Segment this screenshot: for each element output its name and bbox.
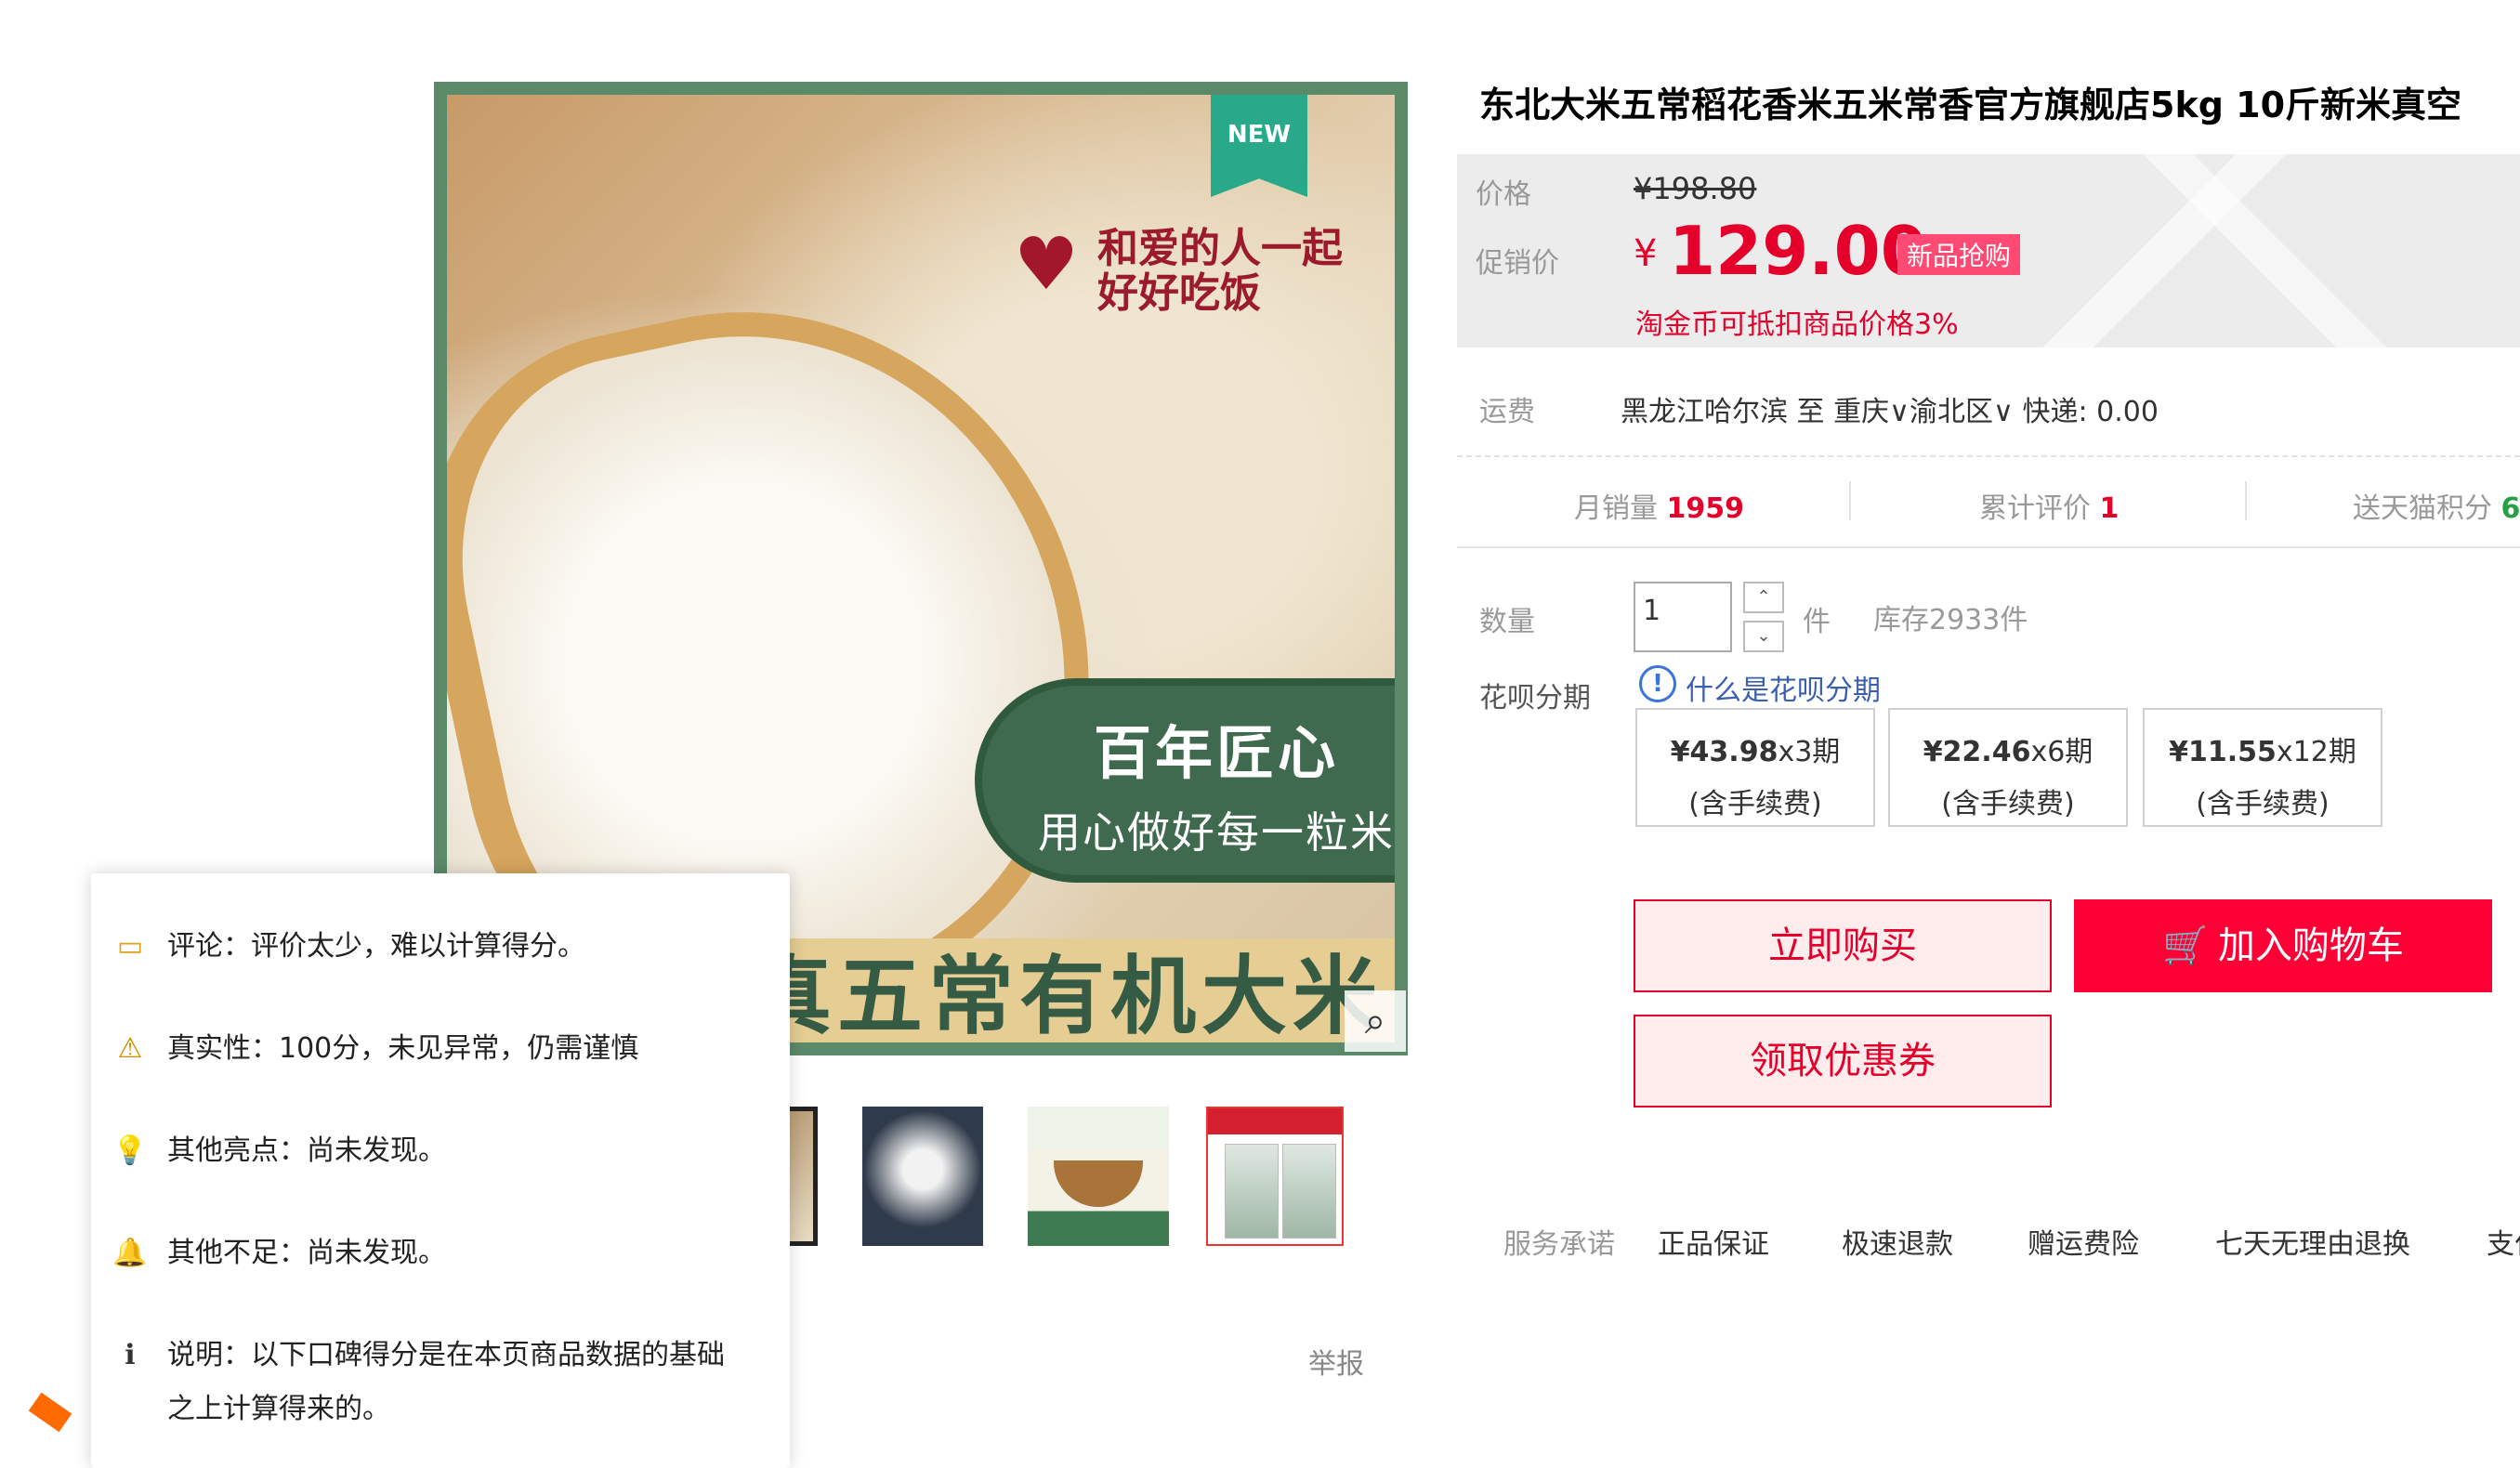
product-title: 东北大米五常稻花香米五米常香官方旗舰店5kg 10斤新米真空 — [1479, 85, 2462, 125]
popup-row-text: 说明：以下口碑得分是在本页商品数据的基础之上计算得来的。 — [167, 1339, 725, 1425]
new-badge: NEW — [1211, 95, 1307, 197]
reputation-popup: ▭ 评论：评价太少，难以计算得分。 ⚠ 真实性：100分，未见异常，仍需谨慎 💡 其他… — [91, 873, 790, 1468]
popup-row-text: 其他不足：尚未发现。 — [167, 1237, 446, 1269]
stat-label: 累计评价 — [1979, 492, 2091, 525]
installment-fee: (含手续费) — [1688, 788, 1822, 820]
increment-button[interactable]: ⌃ — [1743, 582, 1784, 613]
installment-option-6[interactable]: ¥22.46x6期 (含手续费) — [1888, 708, 2128, 827]
stat-separator — [1849, 481, 1851, 520]
installment-periods: x6期 — [2030, 736, 2093, 768]
buy-now-button[interactable]: 立即购买 — [1634, 899, 2052, 992]
thumbnail-3[interactable] — [1028, 1107, 1169, 1246]
popup-row-text: 评论：评价太少，难以计算得分。 — [167, 930, 585, 963]
installment-option-3[interactable]: ¥43.98x3期 (含手续费) — [1635, 708, 1875, 827]
promo-price: 129.00 — [1669, 212, 1927, 290]
popup-row: 🔔 其他不足：尚未发现。 — [112, 1226, 762, 1280]
original-price: ¥198.80 — [1634, 171, 1757, 206]
add-to-cart-label: 加入购物车 — [2217, 924, 2404, 967]
shipping-label: 运费 — [1479, 396, 1535, 428]
promo-badge: 新品抢购 — [1897, 234, 2021, 275]
decrement-button[interactable]: ⌄ — [1743, 621, 1784, 652]
popup-row: ▭ 评论：评价太少，难以计算得分。 — [112, 920, 762, 974]
image-slogan: 和爱的人一起好好吃饭 — [1097, 225, 1343, 317]
service-item[interactable]: 极速退款 — [1842, 1221, 1953, 1262]
total-reviews[interactable]: 累计评价 1 — [1979, 485, 2119, 526]
huabei-label: 花呗分期 — [1479, 682, 1591, 714]
shipping-destination[interactable]: 黑龙江哈尔滨 至 重庆∨渝北区∨ 快递: 0.00 — [1621, 388, 2159, 429]
quantity-label: 数量 — [1479, 606, 1535, 638]
stat-label: 送天猫积分 — [2353, 492, 2492, 525]
stat-value: 64 — [2500, 492, 2520, 525]
divider — [1457, 546, 2520, 548]
price-label: 价格 — [1476, 178, 1531, 211]
pill-title: 百年匠心 — [1093, 719, 1339, 787]
divider — [1457, 455, 2520, 457]
stock-count: 库存2933件 — [1873, 604, 2028, 636]
quantity-input[interactable]: 1 — [1634, 582, 1732, 652]
thumbnail-2[interactable] — [862, 1107, 983, 1246]
huabei-help-link[interactable]: 什么是花呗分期 — [1686, 667, 1881, 708]
zoom-icon[interactable]: ⌕ — [1345, 990, 1406, 1052]
promo-price-label: 促销价 — [1476, 247, 1559, 280]
bell-icon: 🔔 — [112, 1237, 148, 1269]
thumbnail-4[interactable] — [1206, 1107, 1344, 1246]
service-item[interactable]: 正品保证 — [1658, 1221, 1769, 1262]
pill-subtitle: 用心做好每一粒米 — [1038, 807, 1395, 858]
popup-row: ⚠ 真实性：100分，未见异常，仍需谨慎 — [112, 1022, 762, 1076]
heart-icon: ♥ — [1014, 223, 1079, 307]
coin-deduction-note: 淘金币可抵扣商品价格3% — [1635, 308, 1959, 341]
tmall-points: 送天猫积分 64 — [2353, 485, 2520, 526]
service-item[interactable]: 赠运费险 — [2028, 1221, 2139, 1262]
add-to-cart-button[interactable]: 🛒 加入购物车 — [2074, 899, 2492, 992]
stat-separator — [2245, 481, 2247, 520]
installment-amount: ¥43.98 — [1670, 736, 1778, 768]
service-item[interactable]: 七天无理由退换 — [2215, 1221, 2410, 1262]
service-item[interactable]: 支付 — [2487, 1221, 2520, 1262]
popup-row: ℹ 说明：以下口碑得分是在本页商品数据的基础之上计算得来的。 — [112, 1329, 762, 1436]
monthly-sales: 月销量 1959 — [1574, 485, 1744, 526]
report-link[interactable]: 举报 — [1308, 1341, 1364, 1382]
installment-fee: (含手续费) — [2196, 788, 2330, 820]
thumbnail-header-strip — [1208, 1108, 1342, 1134]
arrow-icon — [28, 1392, 72, 1433]
popup-row: 💡 其他亮点：尚未发现。 — [112, 1124, 762, 1178]
stat-value: 1959 — [1666, 492, 1745, 525]
comment-icon: ▭ — [116, 930, 144, 963]
info-icon: ! — [1639, 665, 1676, 702]
popup-row-text: 其他亮点：尚未发现。 — [167, 1134, 446, 1167]
rice-bag-graphic — [1282, 1144, 1336, 1239]
image-pill-banner: 百年匠心 用心做好每一粒米 — [975, 678, 1395, 883]
installment-amount: ¥11.55 — [2169, 736, 2277, 768]
stat-value: 1 — [2099, 492, 2120, 525]
lightbulb-icon: 💡 — [112, 1134, 148, 1167]
rice-bag-graphic — [1225, 1144, 1279, 1239]
quantity-unit: 件 — [1803, 606, 1831, 638]
popup-row-text: 真实性：100分，未见异常，仍需谨慎 — [167, 1032, 639, 1065]
service-label: 服务承诺 — [1503, 1228, 1615, 1261]
installment-periods: x3期 — [1778, 736, 1841, 768]
installment-amount: ¥22.46 — [1923, 736, 2031, 768]
stat-label: 月销量 — [1574, 492, 1658, 525]
warning-icon: ⚠ — [117, 1032, 143, 1065]
get-coupon-button[interactable]: 领取优惠券 — [1634, 1015, 2052, 1108]
installment-periods: x12期 — [2276, 736, 2356, 768]
info-icon: ℹ — [125, 1339, 136, 1371]
currency-symbol: ¥ — [1634, 232, 1658, 275]
rice-bowl-graphic — [1054, 1160, 1143, 1207]
installment-fee: (含手续费) — [1941, 788, 2075, 820]
installment-option-12[interactable]: ¥11.55x12期 (含手续费) — [2143, 708, 2382, 827]
cart-icon: 🛒 — [2162, 924, 2209, 967]
